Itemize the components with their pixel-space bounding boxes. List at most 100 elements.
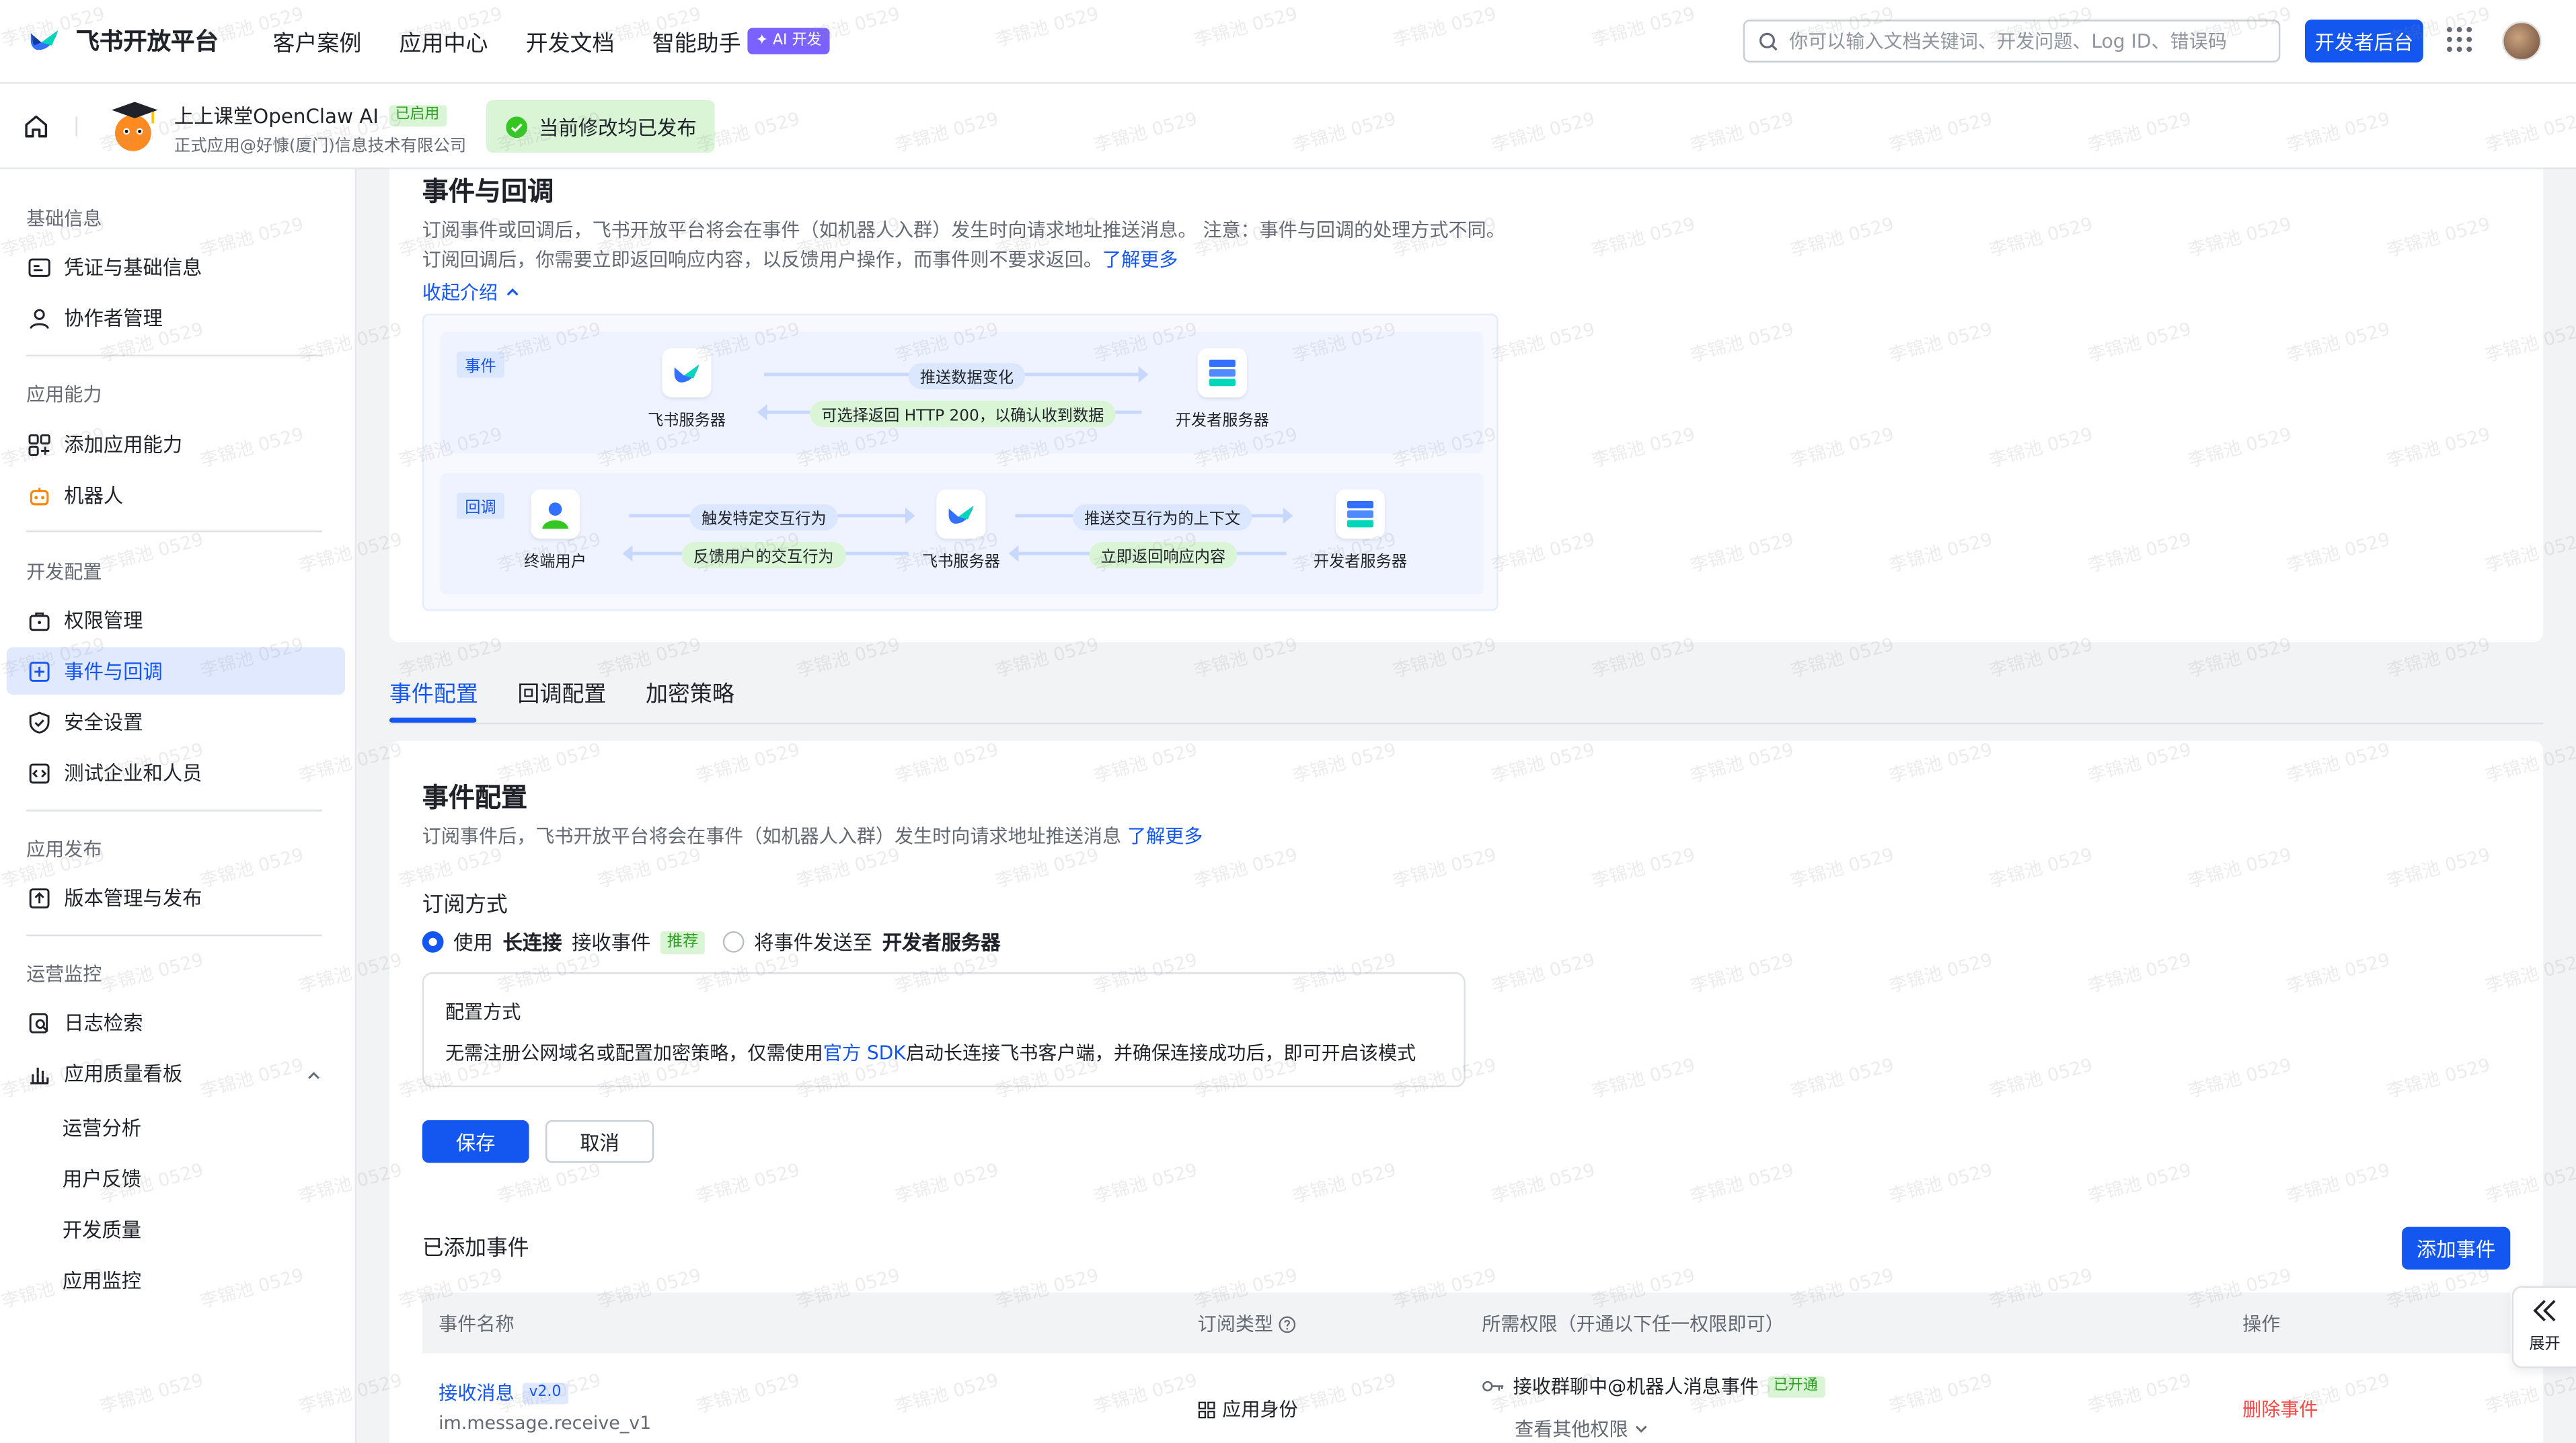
sidebar-item-label: 凭证与基础信息: [64, 256, 202, 280]
tab-callback-config[interactable]: 回调配置: [517, 675, 606, 708]
radio-long-connection[interactable]: 使用 长连接 接收事件 推荐: [422, 928, 706, 956]
sidebar-item-quality[interactable]: 应用质量看板: [7, 1050, 345, 1097]
column-actions: 操作: [2242, 1312, 2281, 1335]
sidebar-subitem-dev-quality[interactable]: 开发质量: [63, 1216, 141, 1244]
more-permissions-label: 查看其他权限: [1515, 1417, 1628, 1441]
feishu-server-node: 飞书服务器: [638, 348, 736, 430]
sidebar-group-release: 应用发布: [26, 837, 102, 861]
tab-divider: [389, 722, 2544, 725]
sidebar-item-label: 版本管理与发布: [64, 887, 202, 910]
subscription-type-text: 应用身份: [1222, 1397, 1298, 1421]
sidebar-item-versions[interactable]: 版本管理与发布: [7, 873, 345, 921]
label-feedback: 反馈用户的交互行为: [681, 542, 845, 569]
lock-bag-icon: [29, 611, 50, 630]
brand-name: 飞书开放平台: [75, 28, 219, 55]
search-box[interactable]: [1743, 20, 2281, 63]
brand[interactable]: 飞书开放平台: [26, 22, 219, 58]
user-icon: [30, 308, 49, 328]
subscription-type-cell: 应用身份: [1198, 1396, 1298, 1422]
label-push-data: 推送数据变化: [908, 362, 1026, 389]
robot-icon: [30, 487, 49, 505]
dev-server-node: 开发者服务器: [1311, 489, 1410, 572]
intro-desc-line1: 订阅事件或回调后，飞书开放平台将会在事件（如机器人入群）发生时向请求地址推送消息…: [422, 218, 1468, 242]
sidebar-group-ability: 应用能力: [26, 383, 102, 406]
user-avatar[interactable]: [2502, 21, 2542, 61]
sidebar-item-label: 安全设置: [64, 711, 143, 734]
cancel-button[interactable]: 取消: [545, 1120, 654, 1163]
apps-icon: [1198, 1401, 1215, 1418]
upload-box-icon: [29, 887, 50, 908]
dev-server-node: 开发者服务器: [1173, 348, 1272, 430]
config-tabs: 事件配置 回调配置 加密策略: [389, 675, 734, 708]
sidebar-item-bot[interactable]: 机器人: [7, 471, 345, 519]
sidebar-item-label: 事件与回调: [64, 660, 163, 684]
tab-event-config[interactable]: 事件配置: [389, 675, 478, 708]
search-input[interactable]: [1788, 29, 2249, 53]
ai-dev-badge: ✦ AI 开发: [747, 28, 830, 54]
delete-event-button[interactable]: 删除事件: [2242, 1396, 2318, 1422]
tab-encryption[interactable]: 加密策略: [646, 675, 734, 708]
developer-console-button[interactable]: 开发者后台: [2304, 20, 2423, 63]
bar-chart-icon: [30, 1066, 49, 1084]
sidebar-subitem-ops-analysis[interactable]: 运营分析: [63, 1114, 141, 1142]
more-permissions-toggle[interactable]: 查看其他权限: [1515, 1416, 1649, 1442]
radio-dev-server[interactable]: 将事件发送至 开发者服务器: [722, 928, 1001, 956]
config-text-post: 启动长连接飞书客户端，并确保连接成功后，即可开启该模式: [905, 1041, 1416, 1064]
radio-button[interactable]: [722, 931, 745, 953]
active-tab-indicator: [389, 717, 477, 723]
divider: [75, 116, 77, 136]
event-key: im.message.receive_v1: [439, 1412, 652, 1434]
sidebar-item-credentials[interactable]: 凭证与基础信息: [7, 243, 345, 291]
intro-learn-more-link[interactable]: 了解更多: [1102, 248, 1178, 271]
collapse-intro-label: 收起介绍: [422, 280, 498, 304]
subscription-mode-title: 订阅方式: [422, 893, 508, 919]
event-name-link[interactable]: 接收消息: [439, 1380, 514, 1406]
event-config-learn-more-link[interactable]: 了解更多: [1127, 824, 1203, 847]
nav-assistant-label: 智能助手: [652, 31, 741, 58]
sidebar-item-logs[interactable]: 日志检索: [7, 999, 345, 1046]
expand-label: 展开: [2529, 1335, 2561, 1354]
sidebar-item-events[interactable]: 事件与回调: [6, 647, 345, 695]
help-circle-icon[interactable]: [1278, 1315, 1296, 1333]
chevron-down-icon: [1635, 1426, 1647, 1433]
intro-description: 订阅事件或回调后，飞书开放平台将会在事件（如机器人入群）发生时向请求地址推送消息…: [422, 215, 1507, 274]
app-title: 上上课堂OpenClaw AI 已启用: [174, 102, 447, 130]
nav-assistant[interactable]: 智能助手 ✦ AI 开发: [652, 25, 830, 58]
sidebar-item-security[interactable]: 安全设置: [7, 698, 345, 746]
table-row: 接收消息 v2.0 im.message.receive_v1 应用身份 接收群…: [422, 1354, 2511, 1443]
node-label: 开发者服务器: [1175, 412, 1269, 430]
feishu-logo-icon: [674, 364, 699, 383]
nav-customer-cases[interactable]: 客户案例: [272, 25, 361, 57]
radio-label-pre: 使用: [453, 931, 493, 955]
flow-diagram: 事件 飞书服务器 推送数据变化 可选择返回 HTTP 200，以确认收到数据 开…: [422, 313, 1499, 611]
sidebar-group-ops: 运营监控: [26, 962, 102, 986]
shield-icon: [29, 711, 50, 733]
app-status-badge: 已启用: [388, 105, 447, 127]
radio-button-selected[interactable]: [422, 931, 444, 953]
sidebar-item-permissions[interactable]: 权限管理: [7, 596, 345, 644]
sidebar-item-collaborators[interactable]: 协作者管理: [7, 294, 345, 342]
nav-docs[interactable]: 开发文档: [526, 25, 615, 57]
sidebar-item-add-ability[interactable]: 添加应用能力: [7, 420, 345, 468]
sidebar-subitem-user-feedback[interactable]: 用户反馈: [63, 1165, 141, 1193]
app-grid-icon[interactable]: [2446, 26, 2472, 52]
add-event-button[interactable]: 添加事件: [2402, 1226, 2511, 1270]
collapse-intro-toggle[interactable]: 收起介绍: [422, 279, 521, 305]
check-circle-icon: [506, 116, 528, 137]
id-card-icon: [28, 258, 50, 276]
official-sdk-link[interactable]: 官方 SDK: [823, 1042, 906, 1064]
radio-label-pre: 将事件发送至: [754, 931, 873, 955]
chevron-up-icon[interactable]: [305, 1068, 321, 1084]
permission-name: 接收群聊中@机器人消息事件: [1513, 1374, 1759, 1398]
sidebar-divider: [26, 530, 322, 533]
save-button[interactable]: 保存: [422, 1120, 529, 1163]
nav-app-center[interactable]: 应用中心: [400, 25, 488, 57]
sidebar-item-label: 添加应用能力: [64, 433, 183, 457]
sidebar-group-dev: 开发配置: [26, 559, 102, 584]
expand-panel-button[interactable]: 展开: [2511, 1286, 2576, 1368]
app-subtitle: 正式应用@好慷(厦门)信息技术有限公司: [174, 138, 467, 157]
sidebar-item-test-org[interactable]: 测试企业和人员: [7, 749, 345, 797]
sidebar-subitem-app-monitor[interactable]: 应用监控: [63, 1266, 141, 1294]
home-icon[interactable]: [23, 114, 49, 140]
feishu-server-node: 飞书服务器: [912, 489, 1011, 572]
